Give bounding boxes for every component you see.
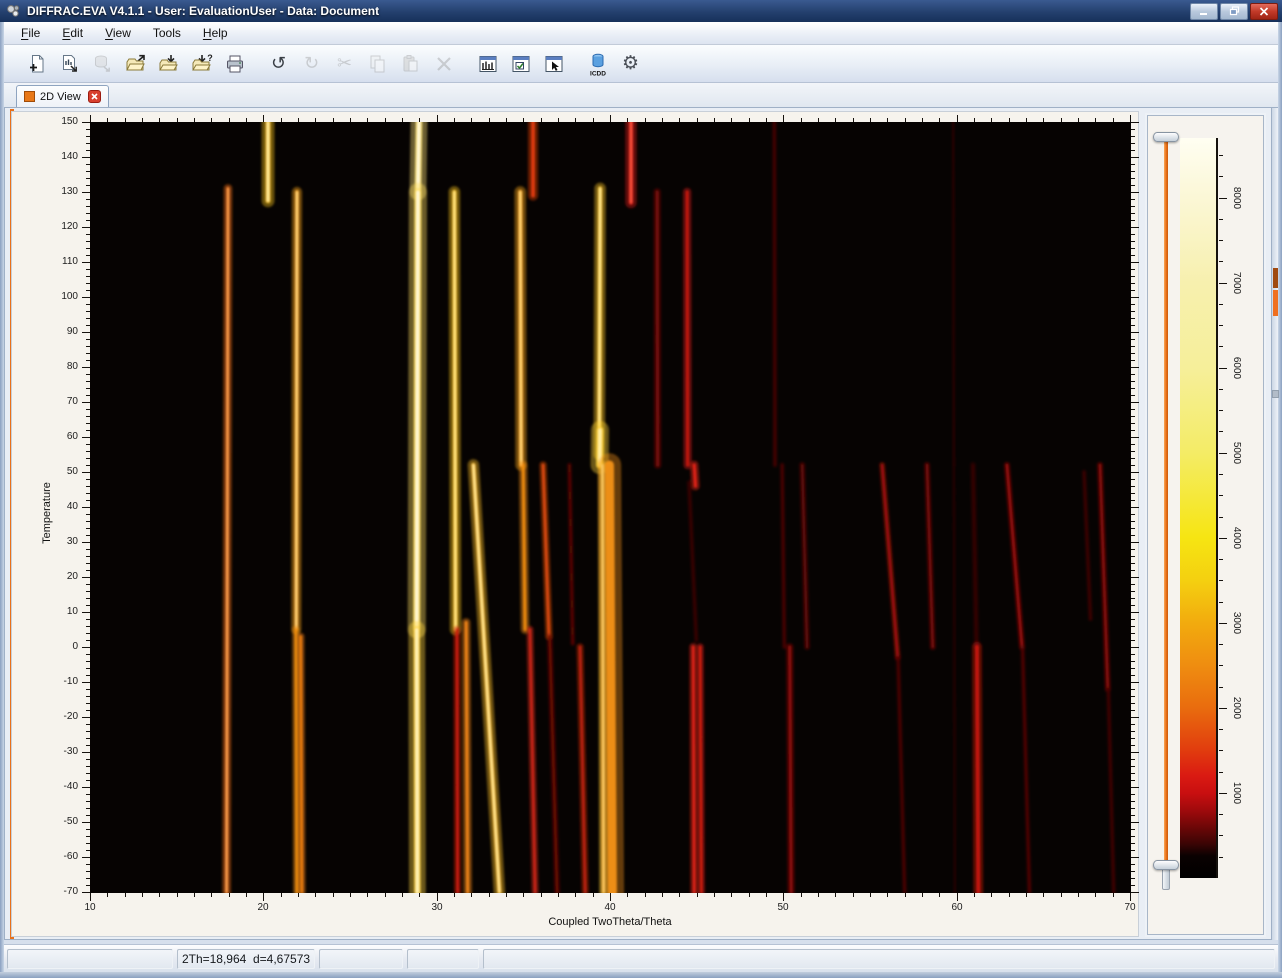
restore-button[interactable] <box>1220 3 1248 20</box>
copy-button <box>362 49 393 79</box>
redo-icon: ↻ <box>304 55 319 73</box>
menu-view[interactable]: View <box>94 24 142 42</box>
window-controls <box>1190 3 1278 20</box>
import-file-query-button[interactable]: ? <box>186 49 217 79</box>
right-dock-strip[interactable] <box>1271 108 1278 940</box>
dock-marker-orange <box>1273 290 1278 316</box>
window-frame-bottom <box>0 972 1282 978</box>
colorbar-slider-track[interactable] <box>1164 140 1168 866</box>
print-button[interactable] <box>219 49 250 79</box>
colorbar-lower-thumb-stem[interactable] <box>1162 868 1170 890</box>
select-tool-button[interactable] <box>538 49 569 79</box>
heatmap-plot[interactable] <box>90 122 1131 893</box>
window-title: DIFFRAC.EVA V4.1.1 - User: EvaluationUse… <box>27 4 379 18</box>
paste-button <box>395 49 426 79</box>
dock-marker-dark <box>1273 268 1278 288</box>
import-file-query-icon: ? <box>191 54 213 74</box>
undo-button[interactable]: ↺ <box>263 49 294 79</box>
delete-button <box>428 49 459 79</box>
import-scan-icon <box>60 54 80 74</box>
close-icon <box>1259 4 1269 19</box>
svg-text:ICDD: ICDD <box>590 70 606 77</box>
import-file-icon <box>158 54 180 74</box>
scan-view-button[interactable] <box>472 49 503 79</box>
import-scan-button[interactable] <box>54 49 85 79</box>
paste-icon <box>401 54 421 74</box>
titlebar: DIFFRAC.EVA V4.1.1 - User: EvaluationUse… <box>0 0 1282 22</box>
select-tool-icon <box>544 54 564 74</box>
print-icon <box>225 54 245 74</box>
app-icon <box>6 3 22 19</box>
cut-button: ✂ <box>329 49 360 79</box>
scan-view-icon <box>478 54 498 74</box>
statusbar: 2Th=18,964 d=4,67573 <box>4 944 1278 972</box>
export-button[interactable] <box>120 49 151 79</box>
status-cell-1 <box>7 949 173 969</box>
delete-icon <box>435 55 453 73</box>
toolbar: ? ↺ ↻ ✂ ICDD ⚙ <box>4 45 1278 83</box>
cursor-readout: 2Th=18,964 d=4,67573 <box>177 949 315 969</box>
undo-icon: ↺ <box>271 55 286 73</box>
tab-2d-view-label: 2D View <box>40 91 81 103</box>
new-document-icon <box>27 54 47 74</box>
colorbar-gradient <box>1180 138 1218 878</box>
app-window: DIFFRAC.EVA V4.1.1 - User: EvaluationUse… <box>0 0 1282 978</box>
import-from-database-icon <box>93 54 113 74</box>
import-file-button[interactable] <box>153 49 184 79</box>
import-from-database-button <box>87 49 118 79</box>
new-document-button[interactable] <box>21 49 52 79</box>
2d-view-icon <box>24 91 35 102</box>
colorbar-upper-thumb[interactable] <box>1153 132 1179 142</box>
menu-help[interactable]: Help <box>192 24 239 42</box>
redo-button: ↻ <box>296 49 327 79</box>
property-view-button[interactable] <box>505 49 536 79</box>
icdd-database-icon: ICDD <box>585 51 611 77</box>
y-axis-title: Temperature <box>41 482 53 544</box>
settings-button[interactable]: ⚙ <box>615 49 646 79</box>
copy-icon <box>368 54 388 74</box>
minimize-icon <box>1199 4 1209 19</box>
restore-icon <box>1229 4 1240 19</box>
menubar: FileEditViewToolsHelp <box>4 22 1278 45</box>
x-axis-title: Coupled TwoTheta/Theta <box>460 916 760 928</box>
window-frame-right <box>1278 22 1282 972</box>
dock-splitter-handle[interactable] <box>1272 390 1279 398</box>
menu-tools[interactable]: Tools <box>142 24 192 42</box>
close-button[interactable] <box>1250 3 1278 20</box>
tabbar: 2D View <box>4 83 1278 107</box>
cut-icon: ✂ <box>337 55 352 73</box>
menu-edit[interactable]: Edit <box>51 24 94 42</box>
minimize-button[interactable] <box>1190 3 1218 20</box>
settings-icon: ⚙ <box>622 54 639 73</box>
menu-file[interactable]: File <box>10 24 51 42</box>
colorbar-lower-thumb[interactable] <box>1153 860 1179 870</box>
tab-2d-view[interactable]: 2D View <box>16 85 109 107</box>
property-view-icon <box>511 54 531 74</box>
status-cell-3 <box>319 949 403 969</box>
export-icon <box>125 54 147 74</box>
icdd-database-button[interactable]: ICDD <box>582 49 613 79</box>
status-cell-5 <box>483 949 1275 969</box>
status-cell-4 <box>407 949 479 969</box>
tab-close-icon[interactable] <box>88 90 101 103</box>
